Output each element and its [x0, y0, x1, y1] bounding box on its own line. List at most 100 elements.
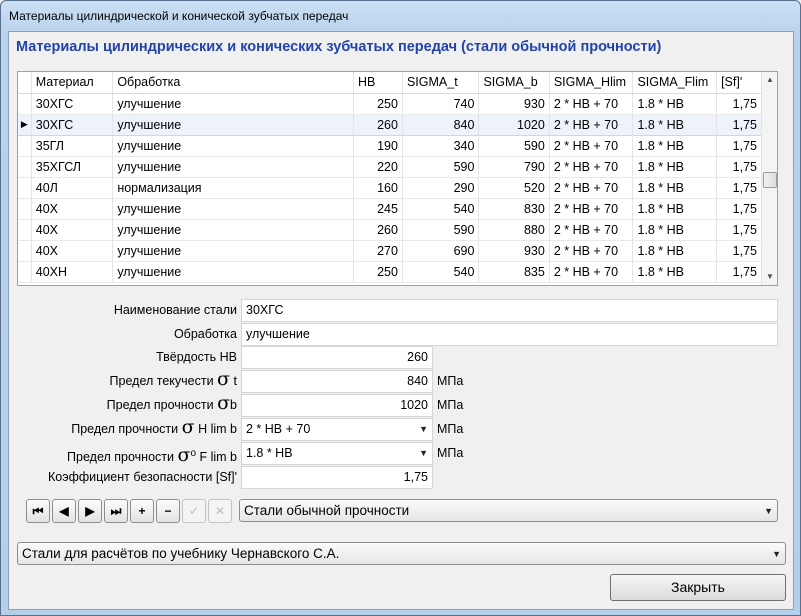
materials-grid[interactable]: Материал Обработка HB SIGMA_t SIGMA_b SIGMA_H…	[17, 71, 778, 286]
table-cell[interactable]: 1,75	[716, 219, 762, 241]
close-button[interactable]: Закрыть	[610, 574, 786, 601]
table-cell[interactable]: 2 * HB + 70	[549, 219, 634, 241]
post-record-button[interactable]: ✓	[182, 499, 206, 523]
table-cell[interactable]: 1,75	[716, 198, 762, 220]
insert-record-button[interactable]: +	[130, 499, 154, 523]
column-header[interactable]: [Sf]'	[716, 72, 762, 94]
table-cell[interactable]: улучшение	[112, 135, 355, 157]
table-cell[interactable]: 930	[478, 93, 550, 115]
table-cell[interactable]: 160	[353, 177, 403, 199]
table-cell[interactable]: 340	[402, 135, 480, 157]
table-cell[interactable]: 1,75	[716, 135, 762, 157]
table-cell[interactable]: 1.8 * HB	[632, 240, 718, 262]
table-cell[interactable]: 1.8 * HB	[632, 113, 718, 136]
table-cell[interactable]: 1,75	[716, 177, 762, 199]
chevron-down-icon[interactable]: ▼	[419, 443, 428, 464]
table-cell[interactable]: 2 * HB + 70	[549, 261, 634, 283]
table-row[interactable]: 40ХН улучшение 250 540 835 2 * HB + 70 1.8 * H…	[18, 261, 762, 283]
table-cell[interactable]: улучшение	[112, 219, 355, 241]
table-cell[interactable]: 540	[402, 198, 480, 220]
table-row[interactable]: 40Х улучшение 260 590 880 2 * HB + 70 1.8 * HB…	[18, 219, 762, 241]
table-cell[interactable]: 40ХН	[31, 261, 114, 283]
table-cell[interactable]: 220	[353, 156, 403, 178]
source-select[interactable]: Стали для расчётов по учебнику Чернавско…	[17, 542, 786, 565]
chevron-down-icon[interactable]: ▼	[764, 501, 773, 522]
table-cell[interactable]: нормализация	[112, 177, 355, 199]
flim-select[interactable]: 1.8 * HB ▼	[241, 442, 433, 465]
table-cell[interactable]: 1,75	[716, 261, 762, 283]
table-cell[interactable]: улучшение	[112, 261, 355, 283]
strength-field[interactable]: 1020	[241, 394, 433, 417]
table-cell[interactable]: 2 * HB + 70	[549, 135, 634, 157]
first-record-button[interactable]: ⏮	[26, 499, 50, 523]
table-cell[interactable]: 690	[402, 240, 480, 262]
prev-record-button[interactable]: ◀	[52, 499, 76, 523]
table-cell[interactable]: 1.8 * HB	[632, 198, 718, 220]
hlim-select[interactable]: 2 * HB + 70 ▼	[241, 418, 433, 441]
table-cell[interactable]: 1.8 * HB	[632, 135, 718, 157]
table-row[interactable]: ▶ 30ХГС улучшение 260 840 1020 2 * HB + 70 1.8 …	[18, 113, 762, 136]
table-row[interactable]: 40Х улучшение 270 690 930 2 * HB + 70 1.8 * HB…	[18, 240, 762, 262]
yield-field[interactable]: 840	[241, 370, 433, 393]
table-row[interactable]: 35ГЛ улучшение 190 340 590 2 * HB + 70 1.8 * H…	[18, 135, 762, 157]
table-cell[interactable]: 1.8 * HB	[632, 93, 718, 115]
table-cell[interactable]: 190	[353, 135, 403, 157]
table-cell[interactable]: улучшение	[112, 156, 355, 178]
column-header[interactable]: Обработка	[112, 72, 355, 94]
table-cell[interactable]: 30ХГС	[31, 113, 114, 136]
scroll-thumb[interactable]	[763, 172, 777, 188]
table-cell[interactable]: 2 * HB + 70	[549, 198, 634, 220]
table-cell[interactable]: 30ХГС	[31, 93, 114, 115]
hardness-field[interactable]: 260	[241, 346, 433, 369]
table-cell[interactable]: 40Х	[31, 198, 114, 220]
column-header[interactable]: SIGMA_t	[402, 72, 480, 94]
table-cell[interactable]: 2 * HB + 70	[549, 240, 634, 262]
table-cell[interactable]: улучшение	[112, 93, 355, 115]
table-cell[interactable]: 260	[353, 113, 403, 136]
column-header[interactable]: HB	[353, 72, 403, 94]
last-record-button[interactable]: ⏭	[104, 499, 128, 523]
table-cell[interactable]: 250	[353, 261, 403, 283]
column-header[interactable]: SIGMA_Flim	[632, 72, 718, 94]
table-cell[interactable]: 1.8 * HB	[632, 156, 718, 178]
table-cell[interactable]: 840	[402, 113, 480, 136]
table-cell[interactable]: 1,75	[716, 240, 762, 262]
table-cell[interactable]: 1.8 * HB	[632, 219, 718, 241]
table-cell[interactable]: 835	[478, 261, 550, 283]
table-cell[interactable]: 270	[353, 240, 403, 262]
table-cell[interactable]: 2 * HB + 70	[549, 156, 634, 178]
table-cell[interactable]: 590	[402, 219, 480, 241]
table-cell[interactable]: улучшение	[112, 113, 355, 136]
table-cell[interactable]: 2 * HB + 70	[549, 177, 634, 199]
table-cell[interactable]: 245	[353, 198, 403, 220]
table-cell[interactable]: 40Х	[31, 219, 114, 241]
table-cell[interactable]: 590	[402, 156, 480, 178]
table-cell[interactable]: 40Х	[31, 240, 114, 262]
chevron-down-icon[interactable]: ▼	[772, 544, 781, 565]
table-cell[interactable]: 2 * HB + 70	[549, 113, 634, 136]
scroll-down-icon[interactable]: ▼	[762, 269, 777, 285]
table-row[interactable]: 30ХГС улучшение 250 740 930 2 * HB + 70 1.8 * …	[18, 93, 762, 115]
table-cell[interactable]: 590	[478, 135, 550, 157]
table-cell[interactable]: 1.8 * HB	[632, 177, 718, 199]
table-cell[interactable]: 740	[402, 93, 480, 115]
table-cell[interactable]: 930	[478, 240, 550, 262]
table-cell[interactable]: 540	[402, 261, 480, 283]
table-cell[interactable]: 1,75	[716, 156, 762, 178]
table-cell[interactable]: 35ХГСЛ	[31, 156, 114, 178]
cancel-edit-button[interactable]: ✕	[208, 499, 232, 523]
grid-scrollbar[interactable]: ▲ ▼	[761, 72, 777, 285]
table-cell[interactable]: 260	[353, 219, 403, 241]
table-cell[interactable]: 880	[478, 219, 550, 241]
table-row[interactable]: 40Л нормализация 160 290 520 2 * HB + 70 1.8 *…	[18, 177, 762, 199]
treatment-field[interactable]: улучшение	[241, 323, 778, 346]
table-cell[interactable]: 250	[353, 93, 403, 115]
safety-field[interactable]: 1,75	[241, 466, 433, 489]
table-cell[interactable]: 40Л	[31, 177, 114, 199]
table-row[interactable]: 35ХГСЛ улучшение 220 590 790 2 * HB + 70 1.8 *…	[18, 156, 762, 178]
table-cell[interactable]: 35ГЛ	[31, 135, 114, 157]
table-cell[interactable]: 790	[478, 156, 550, 178]
delete-record-button[interactable]: −	[156, 499, 180, 523]
table-cell[interactable]: 290	[402, 177, 480, 199]
table-row[interactable]: 40Х улучшение 245 540 830 2 * HB + 70 1.8 * HB…	[18, 198, 762, 220]
